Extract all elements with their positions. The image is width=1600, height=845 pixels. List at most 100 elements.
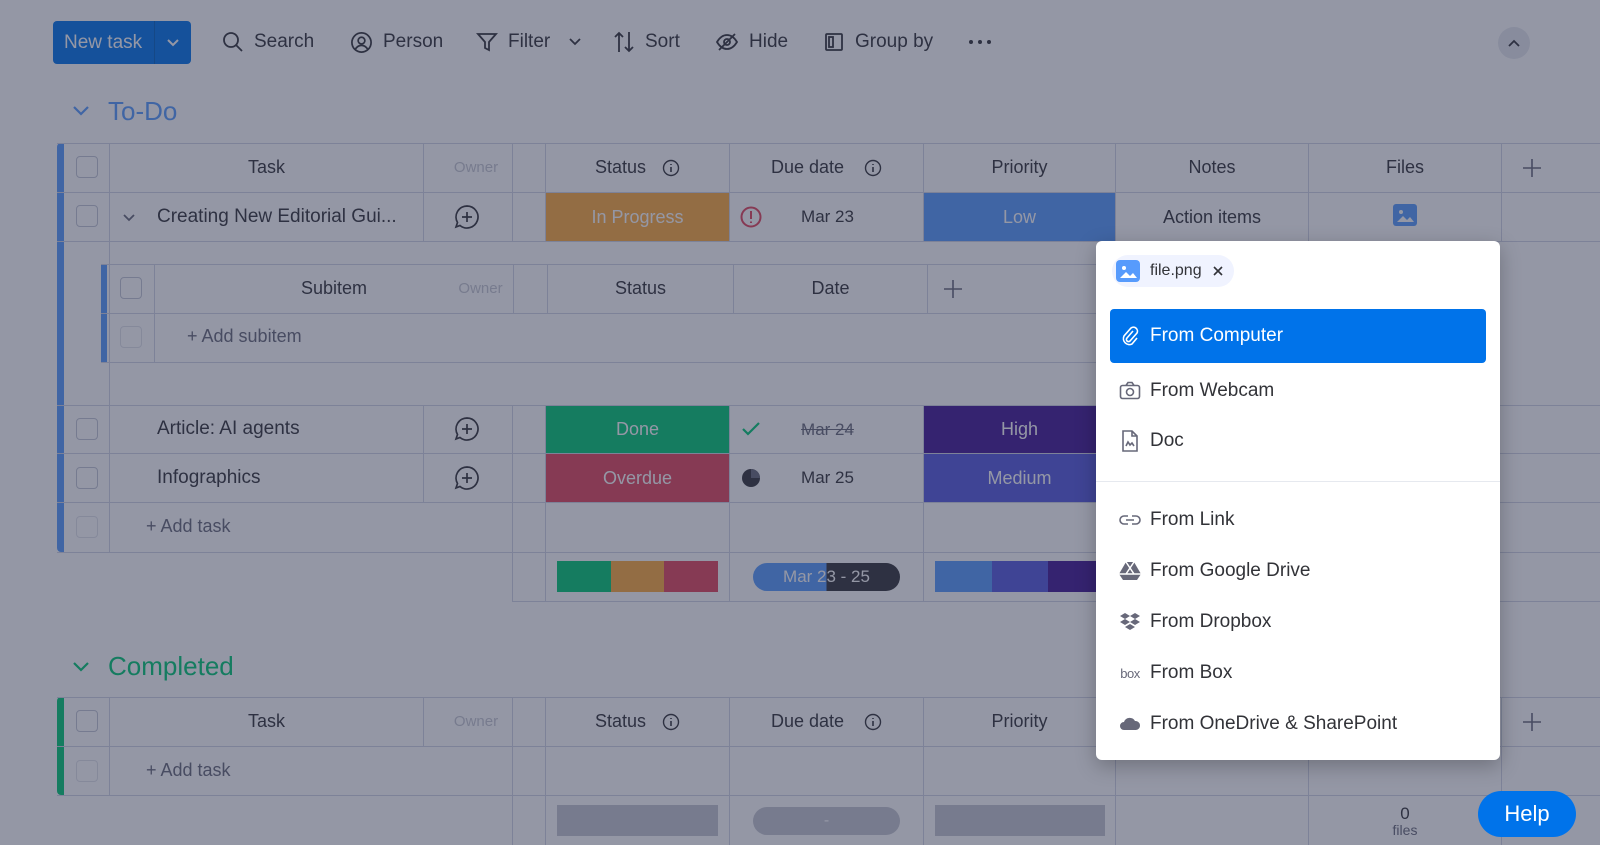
add-update-button[interactable] — [454, 204, 480, 235]
files-count: 0 — [1400, 804, 1410, 823]
divider — [423, 143, 424, 241]
add-task-button[interactable]: + Add task — [146, 516, 231, 537]
col-header-owner[interactable]: Owner — [440, 143, 512, 192]
subitem-col-header-date[interactable]: Date — [734, 264, 927, 313]
status-summary-bar — [557, 561, 719, 592]
due-date-cell[interactable]: Mar 24 — [780, 406, 875, 453]
col-header-priority[interactable]: Priority — [924, 697, 1115, 746]
file-image-icon[interactable] — [1393, 204, 1417, 226]
col-header-due-date[interactable]: Due date — [730, 143, 923, 192]
from-google-drive-item[interactable]: From Google Drive — [1110, 547, 1486, 595]
group-by-label: Group by — [855, 31, 934, 52]
add-subitem-button[interactable]: + Add subitem — [187, 326, 302, 347]
add-file-menu: file.png From Computer From Webcam Doc F… — [1096, 241, 1500, 760]
divider — [512, 143, 513, 241]
task-name[interactable]: Article: AI agents — [157, 418, 300, 440]
notes-cell[interactable]: Action items — [1116, 193, 1308, 241]
task-name[interactable]: Infographics — [157, 467, 261, 489]
more-options-button[interactable] — [968, 22, 992, 62]
filter-button[interactable]: Filter — [476, 22, 582, 62]
filter-icon — [476, 33, 498, 52]
status-summary-empty — [557, 805, 718, 836]
add-update-button[interactable] — [454, 416, 480, 447]
priority-cell[interactable]: Low — [924, 193, 1115, 241]
from-box-item[interactable]: box From Box — [1110, 649, 1486, 697]
from-webcam-item[interactable]: From Webcam — [1110, 367, 1486, 415]
chevron-down-icon[interactable] — [155, 38, 191, 48]
subitem-col-header-status[interactable]: Status — [548, 264, 733, 313]
clock-icon — [741, 468, 761, 493]
search-icon — [223, 32, 243, 52]
expand-subitems-toggle[interactable] — [122, 210, 136, 228]
divider — [513, 264, 514, 313]
status-cell[interactable]: Done — [546, 406, 729, 453]
info-icon[interactable] — [864, 159, 882, 177]
row-checkbox[interactable] — [76, 418, 98, 440]
plus-icon — [944, 279, 962, 298]
chevron-down-icon[interactable] — [568, 37, 582, 47]
col-header-task[interactable]: Task — [110, 697, 423, 746]
from-dropbox-item[interactable]: From Dropbox — [1110, 598, 1486, 646]
subitem-col-header-owner[interactable]: Owner — [448, 264, 513, 313]
file-chip-name: file.png — [1150, 262, 1202, 279]
from-onedrive-item[interactable]: From OneDrive & SharePoint — [1110, 700, 1486, 748]
from-link-item[interactable]: From Link — [1110, 496, 1486, 544]
divider — [101, 313, 1101, 314]
todo-group-toggle[interactable] — [72, 104, 90, 122]
col-header-task[interactable]: Task — [110, 143, 423, 192]
paperclip-icon — [1122, 326, 1139, 346]
due-date-cell[interactable]: Mar 25 — [780, 454, 875, 502]
col-header-files[interactable]: Files — [1309, 143, 1501, 192]
search-button[interactable]: Search — [222, 22, 314, 62]
from-computer-item[interactable]: From Computer — [1110, 309, 1486, 363]
eye-off-icon — [715, 33, 739, 51]
from-onedrive-label: From OneDrive & SharePoint — [1150, 713, 1398, 734]
help-button[interactable]: Help — [1478, 791, 1576, 837]
row-checkbox[interactable] — [76, 205, 98, 227]
select-all-checkbox[interactable] — [76, 156, 98, 178]
from-link-label: From Link — [1150, 509, 1235, 530]
sort-button[interactable]: Sort — [613, 22, 680, 62]
select-all-checkbox[interactable] — [76, 710, 98, 732]
todo-group-title[interactable]: To-Do — [108, 96, 177, 127]
info-icon[interactable] — [662, 159, 680, 177]
due-date-cell[interactable]: Mar 23 — [780, 193, 875, 241]
summary-segment-medium — [991, 561, 1049, 592]
file-chip[interactable]: file.png — [1112, 255, 1234, 287]
search-label: Search — [254, 31, 315, 52]
group-by-button[interactable]: Group by — [823, 22, 933, 62]
col-header-priority[interactable]: Priority — [924, 143, 1115, 192]
dropbox-icon — [1120, 613, 1140, 630]
subitem-select-all-checkbox[interactable] — [120, 277, 142, 299]
col-header-notes[interactable]: Notes — [1116, 143, 1308, 192]
status-cell[interactable]: Overdue — [546, 454, 729, 502]
col-header-due-date[interactable]: Due date — [730, 697, 923, 746]
add-task-button[interactable]: + Add task — [146, 760, 231, 781]
subitem-add-column-button[interactable] — [928, 264, 978, 313]
add-column-button[interactable] — [1502, 697, 1562, 746]
hide-button[interactable]: Hide — [715, 22, 788, 62]
doc-item[interactable]: Doc — [1110, 417, 1486, 465]
row-checkbox[interactable] — [76, 467, 98, 489]
add-column-button[interactable] — [1502, 143, 1562, 192]
completed-group-toggle[interactable] — [72, 660, 90, 678]
divider — [109, 143, 110, 552]
box-icon: box — [1120, 665, 1140, 681]
priority-cell[interactable]: Medium — [924, 454, 1115, 502]
status-cell[interactable]: In Progress — [546, 193, 729, 241]
divider — [512, 405, 513, 601]
priority-cell[interactable]: High — [924, 406, 1115, 453]
close-icon[interactable] — [1212, 265, 1224, 277]
add-update-button[interactable] — [454, 465, 480, 496]
person-button[interactable]: Person — [350, 22, 443, 62]
task-name[interactable]: Creating New Editorial Gui... — [157, 206, 397, 228]
new-task-button[interactable]: New task — [53, 21, 191, 64]
col-header-status[interactable]: Status — [546, 143, 729, 192]
collapse-button[interactable] — [1498, 27, 1530, 59]
col-header-status[interactable]: Status — [546, 697, 729, 746]
info-icon[interactable] — [662, 713, 680, 731]
col-header-owner[interactable]: Owner — [440, 697, 512, 746]
overdue-alert-icon — [740, 206, 762, 233]
completed-group-title[interactable]: Completed — [108, 651, 234, 682]
info-icon[interactable] — [864, 713, 882, 731]
